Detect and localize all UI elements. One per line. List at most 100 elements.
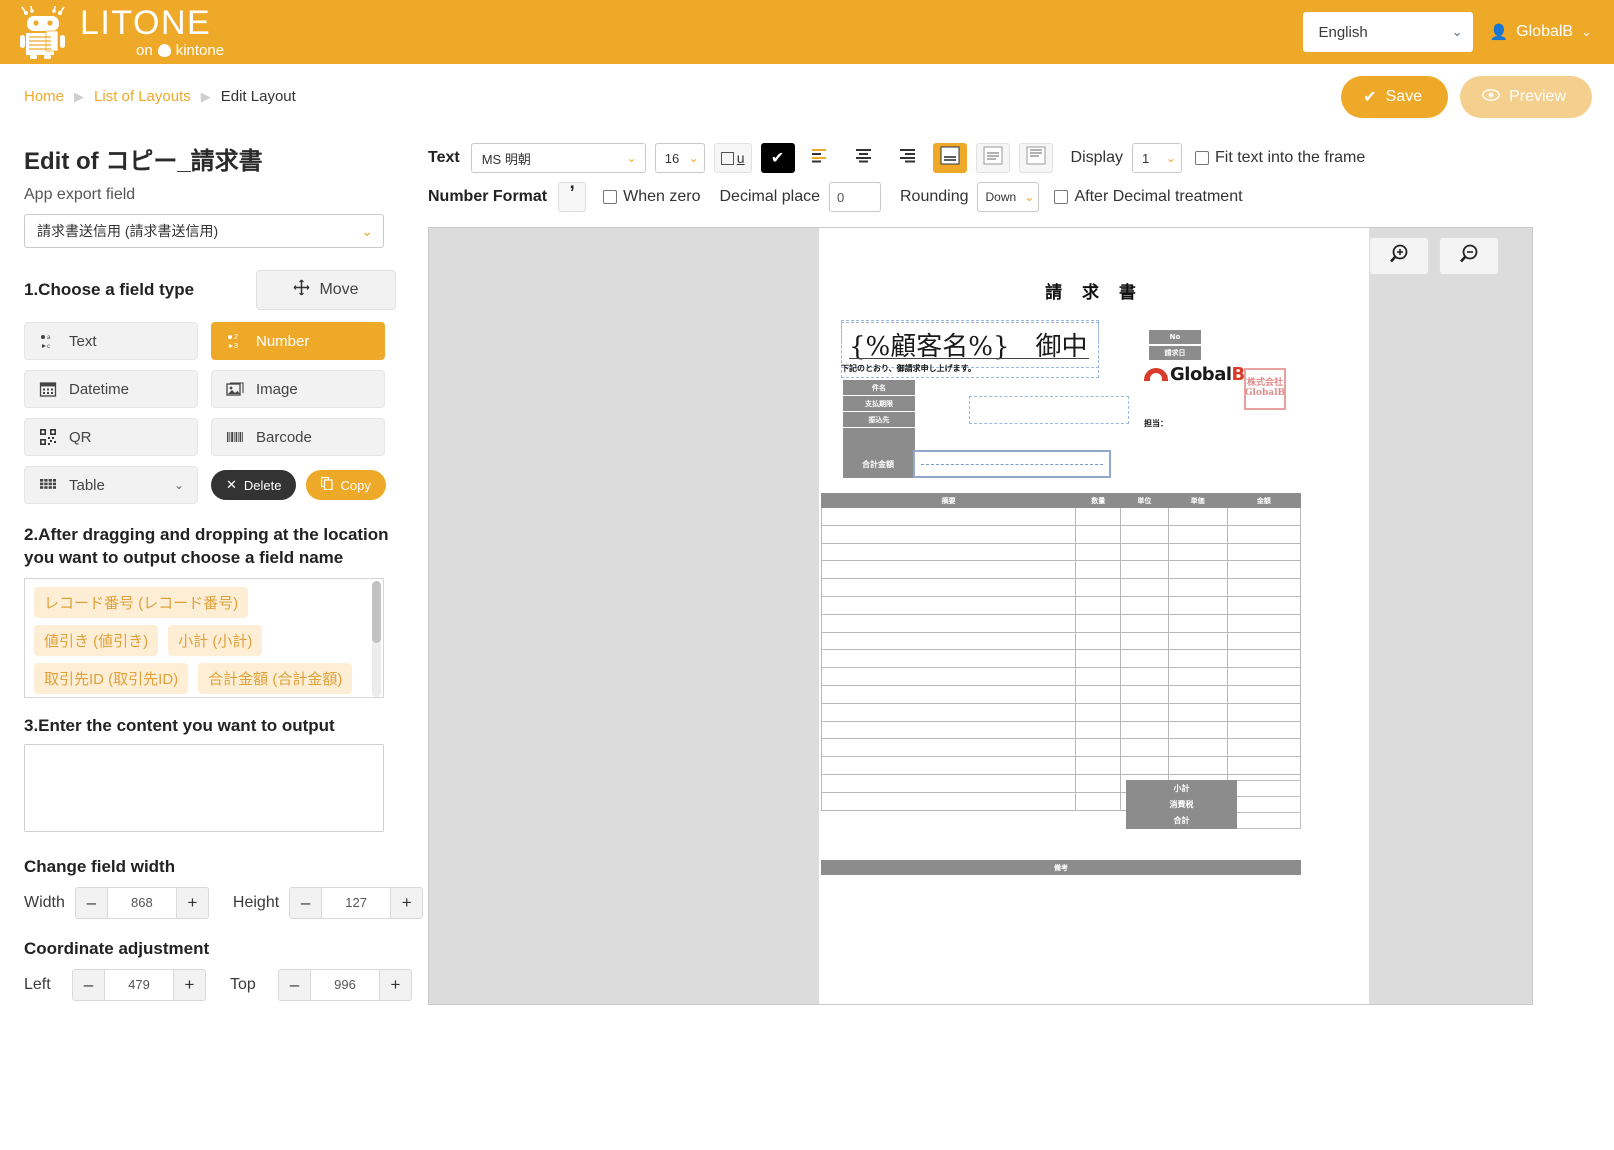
table-cell[interactable]: [1120, 542, 1169, 562]
width-input[interactable]: [107, 887, 176, 918]
text-color-button[interactable]: ✔: [760, 143, 795, 173]
breadcrumb-home[interactable]: Home: [24, 88, 64, 105]
left-input[interactable]: [105, 969, 173, 1000]
table-cell[interactable]: [1120, 702, 1169, 722]
table-cell[interactable]: [1167, 738, 1228, 758]
table-cell[interactable]: [1226, 631, 1302, 651]
summary-value-shohizei[interactable]: [1236, 796, 1301, 813]
summary-value-gokei[interactable]: [1236, 812, 1301, 829]
font-size-select[interactable]: 16 ⌄: [654, 143, 705, 173]
table-cell[interactable]: [1075, 791, 1122, 811]
table-row[interactable]: [820, 684, 1302, 704]
table-cell[interactable]: [1075, 560, 1122, 580]
table-cell[interactable]: [820, 507, 1077, 526]
table-cell[interactable]: [820, 595, 1077, 615]
table-row[interactable]: [820, 667, 1302, 686]
app-export-field-select[interactable]: 請求書送信用 (請求書送信用) ⌄: [24, 214, 384, 248]
table-cell[interactable]: [1075, 756, 1122, 775]
summary-value-shokei[interactable]: [1236, 780, 1301, 797]
field-type-datetime[interactable]: Datetime: [24, 370, 198, 408]
valign-middle-button[interactable]: [975, 143, 1010, 173]
move-button[interactable]: Move: [256, 270, 396, 310]
left-stepper[interactable]: – +: [72, 968, 206, 1001]
table-cell[interactable]: [1226, 507, 1302, 526]
table-cell[interactable]: [1075, 649, 1122, 669]
after-decimal-checkbox[interactable]: After Decimal treatment: [1054, 188, 1243, 206]
top-stepper[interactable]: – +: [278, 968, 412, 1001]
copy-button[interactable]: Copy: [306, 470, 386, 500]
table-row[interactable]: [820, 702, 1302, 722]
table-row[interactable]: [820, 560, 1302, 580]
table-cell[interactable]: [820, 613, 1077, 633]
breadcrumb-list-of-layouts[interactable]: List of Layouts: [94, 88, 191, 105]
table-cell[interactable]: [1167, 756, 1228, 775]
table-cell[interactable]: [820, 773, 1077, 793]
table-row[interactable]: [820, 738, 1302, 758]
table-cell[interactable]: [1075, 578, 1122, 597]
table-cell[interactable]: [1120, 560, 1169, 580]
table-cell[interactable]: [1120, 524, 1169, 544]
table-cell[interactable]: [1167, 578, 1228, 597]
rounding-select[interactable]: Down ⌄: [977, 182, 1040, 212]
table-cell[interactable]: [1167, 595, 1228, 615]
table-cell[interactable]: [1226, 524, 1302, 544]
table-row[interactable]: [820, 578, 1302, 597]
table-cell[interactable]: [1167, 560, 1228, 580]
table-cell[interactable]: [1120, 667, 1169, 686]
table-cell[interactable]: [1120, 631, 1169, 651]
table-cell[interactable]: [1167, 720, 1228, 740]
table-row[interactable]: [820, 595, 1302, 615]
width-increment-button[interactable]: +: [175, 887, 208, 918]
table-cell[interactable]: [1120, 507, 1169, 526]
left-decrement-button[interactable]: –: [73, 969, 105, 1000]
top-input[interactable]: [311, 969, 379, 1000]
height-decrement-button[interactable]: –: [290, 887, 323, 918]
table-cell[interactable]: [1120, 649, 1169, 669]
table-cell[interactable]: [1167, 524, 1228, 544]
table-cell[interactable]: [1075, 702, 1122, 722]
table-row[interactable]: [820, 720, 1302, 740]
table-cell[interactable]: [1075, 595, 1122, 615]
field-chip[interactable]: 小計 (小計): [168, 624, 263, 656]
table-cell[interactable]: [820, 649, 1077, 669]
table-cell[interactable]: [1226, 649, 1302, 669]
table-cell[interactable]: [820, 738, 1077, 758]
table-cell[interactable]: [1120, 613, 1169, 633]
field-type-number[interactable]: 23 Number: [211, 322, 385, 360]
table-cell[interactable]: [1120, 738, 1169, 758]
field-chip[interactable]: 値引き (値引き): [34, 624, 159, 656]
table-cell[interactable]: [1167, 667, 1228, 686]
table-cell[interactable]: [1167, 702, 1228, 722]
field-type-barcode[interactable]: Barcode: [211, 418, 385, 456]
width-decrement-button[interactable]: –: [75, 887, 108, 918]
table-cell[interactable]: [820, 667, 1077, 686]
table-cell[interactable]: [1075, 631, 1122, 651]
height-stepper[interactable]: – +: [289, 886, 424, 919]
field-chip[interactable]: 取引先ID (取引先ID): [34, 662, 189, 694]
table-cell[interactable]: [1075, 667, 1122, 686]
top-decrement-button[interactable]: –: [279, 969, 311, 1000]
zoom-out-button[interactable]: [1439, 237, 1499, 275]
table-cell[interactable]: [1226, 578, 1302, 597]
height-increment-button[interactable]: +: [390, 887, 423, 918]
fit-text-checkbox[interactable]: Fit text into the frame: [1194, 149, 1365, 167]
table-cell[interactable]: [1226, 702, 1302, 722]
valign-top-button[interactable]: [1018, 143, 1053, 173]
selection-box-middle[interactable]: [969, 396, 1129, 424]
save-button[interactable]: ✔ Save: [1341, 75, 1449, 118]
table-cell[interactable]: [1167, 649, 1228, 669]
field-type-qr[interactable]: QR: [24, 418, 198, 456]
table-row[interactable]: [820, 613, 1302, 633]
output-content-textarea[interactable]: [24, 743, 384, 832]
table-cell[interactable]: [1226, 667, 1302, 686]
table-cell[interactable]: [1075, 524, 1122, 544]
table-cell[interactable]: [1120, 756, 1169, 775]
total-amount-field[interactable]: [913, 450, 1111, 478]
field-chip[interactable]: レコード番号 (レコード番号): [34, 586, 249, 618]
table-cell[interactable]: [1226, 542, 1302, 562]
field-chip[interactable]: 合計金額 (合計金額): [198, 662, 353, 694]
table-row[interactable]: [820, 649, 1302, 669]
language-select[interactable]: English ⌄: [1303, 12, 1474, 52]
table-cell[interactable]: [1167, 631, 1228, 651]
layout-canvas[interactable]: 請 求 書 {%顧客名%} 御中 下記のとおり、御請求申し上げます。 件名 支払…: [428, 227, 1533, 1005]
